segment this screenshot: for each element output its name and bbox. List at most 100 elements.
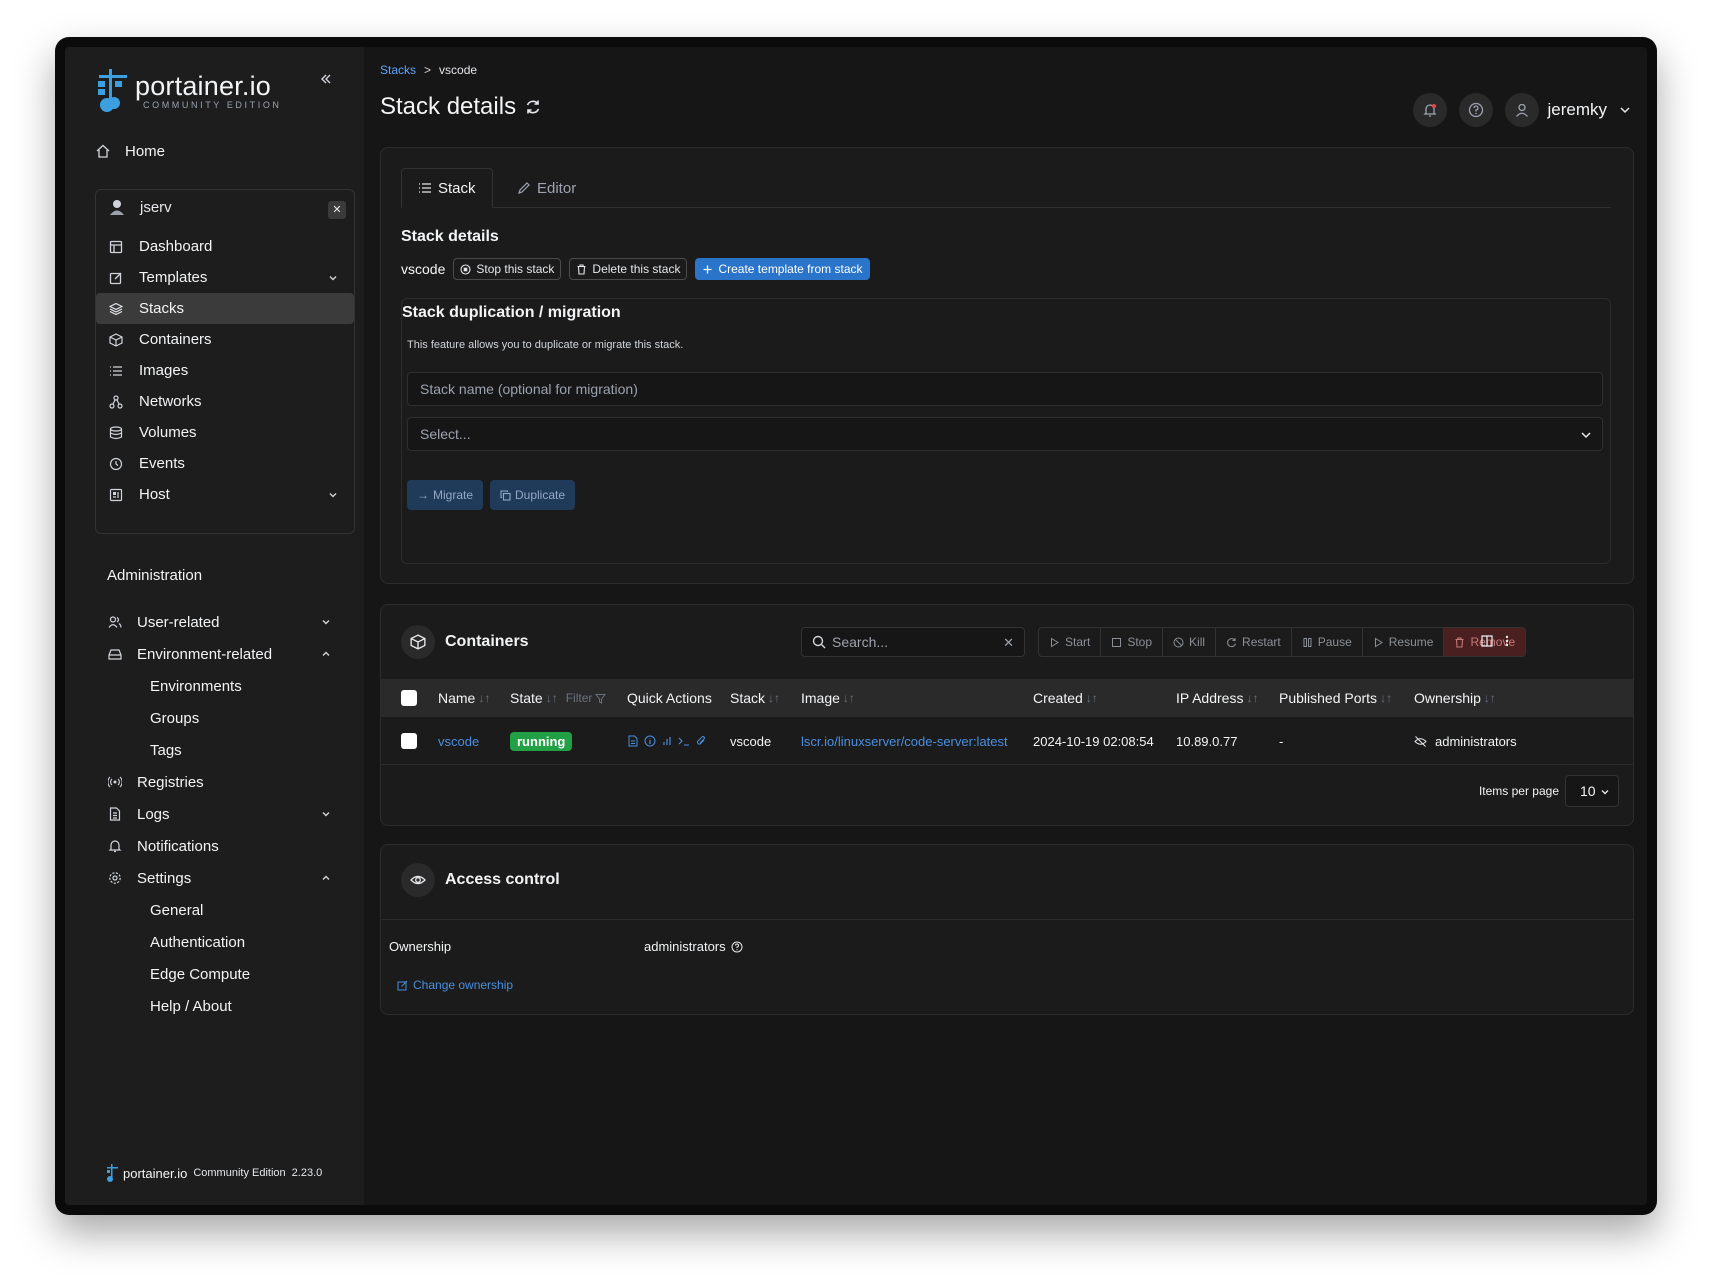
sidebar-subitem-help-about[interactable]: Help / About	[150, 991, 232, 1021]
clear-search-icon[interactable]: ✕	[1003, 635, 1014, 651]
sort-icon: ↓↑	[842, 691, 855, 705]
start-button[interactable]: Start	[1039, 628, 1102, 656]
access-control-header: Access control	[401, 863, 560, 897]
sidebar-subitem-groups[interactable]: Groups	[150, 703, 199, 733]
sidebar-item-host[interactable]: Host	[96, 479, 354, 510]
container-name-link[interactable]: vscode	[438, 717, 479, 765]
environment-select[interactable]: Select...	[407, 417, 1603, 451]
stop-circle-icon	[460, 263, 471, 275]
column-stack[interactable]: Stack ↓↑	[730, 679, 780, 717]
sidebar-item-registries[interactable]: Registries	[107, 767, 347, 797]
table-row: vscode running vscode lscr.io/linuxserve…	[381, 717, 1633, 765]
header-actions: jeremky	[1401, 93, 1631, 127]
user-icon	[1516, 103, 1529, 117]
select-all-checkbox[interactable]	[401, 679, 417, 717]
edit-icon	[108, 270, 124, 286]
state-filter[interactable]: Filter	[566, 691, 607, 705]
console-icon[interactable]	[678, 735, 690, 747]
column-name[interactable]: Name ↓↑	[438, 679, 490, 717]
sidebar-item-settings[interactable]: Settings	[107, 863, 347, 893]
search-placeholder: Search...	[832, 634, 889, 650]
chevron-down-icon[interactable]	[1619, 104, 1631, 116]
container-actions: Start Stop Kill Restart Pause Resume Rem…	[1038, 627, 1527, 657]
resume-button[interactable]: Resume	[1363, 628, 1445, 656]
sidebar-item-environment-related[interactable]: Environment-related	[107, 639, 347, 669]
copy-icon	[500, 489, 511, 501]
containers-search-input[interactable]: Search... ✕	[801, 627, 1025, 657]
play-icon	[1049, 637, 1060, 648]
sidebar-item-label: Host	[139, 486, 170, 503]
logs-icon[interactable]	[627, 735, 639, 747]
stats-icon[interactable]	[661, 735, 673, 747]
sidebar-item-logs[interactable]: Logs	[107, 799, 347, 829]
sidebar-item-events[interactable]: Events	[96, 448, 354, 479]
breadcrumb-stacks-link[interactable]: Stacks	[380, 63, 416, 77]
kill-button[interactable]: Kill	[1163, 628, 1217, 656]
tab-stack[interactable]: Stack	[401, 168, 493, 208]
change-ownership-link[interactable]: Change ownership	[397, 978, 513, 992]
column-ip-address[interactable]: IP Address ↓↑	[1176, 679, 1258, 717]
sidebar-item-containers[interactable]: Containers	[96, 324, 354, 355]
sidebar-subitem-environments[interactable]: Environments	[150, 671, 242, 701]
column-image[interactable]: Image ↓↑	[801, 679, 855, 717]
pencil-icon	[517, 181, 531, 195]
sidebar-subitem-authentication[interactable]: Authentication	[150, 927, 245, 957]
file-text-icon	[107, 806, 123, 822]
migrate-button[interactable]: → Migrate	[407, 480, 484, 510]
help-button[interactable]	[1459, 93, 1494, 127]
columns-icon[interactable]	[1481, 635, 1493, 647]
box-icon	[108, 332, 124, 348]
sidebar-item-networks[interactable]: Networks	[96, 386, 354, 417]
info-icon[interactable]	[644, 735, 656, 747]
sidebar-item-templates[interactable]: Templates	[96, 262, 354, 293]
sidebar-item-user-related[interactable]: User-related	[107, 607, 347, 637]
column-created[interactable]: Created ↓↑	[1033, 679, 1098, 717]
sidebar-subitem-tags[interactable]: Tags	[150, 735, 182, 765]
delete-stack-button[interactable]: Delete this stack	[569, 258, 688, 280]
sidebar-item-notifications[interactable]: Notifications	[107, 831, 347, 861]
network-icon	[108, 394, 124, 410]
tab-editor[interactable]: Editor	[501, 168, 592, 208]
duplication-description: This feature allows you to duplicate or …	[407, 339, 684, 351]
stop-stack-button[interactable]: Stop this stack	[453, 258, 562, 280]
attach-icon[interactable]	[695, 735, 707, 747]
sidebar-item-stacks[interactable]: Stacks	[96, 293, 354, 324]
bell-icon	[1423, 104, 1438, 117]
ip-cell: 10.89.0.77	[1176, 733, 1238, 749]
column-published-ports[interactable]: Published Ports ↓↑	[1279, 679, 1392, 717]
restart-button[interactable]: Restart	[1216, 628, 1292, 656]
sidebar-item-dashboard[interactable]: Dashboard	[96, 231, 354, 262]
row-checkbox[interactable]	[401, 717, 417, 765]
image-link[interactable]: lscr.io/linuxserver/code-server:latest	[801, 717, 1008, 765]
refresh-icon[interactable]	[524, 98, 542, 116]
column-state[interactable]: State ↓↑ Filter	[510, 679, 607, 717]
database-icon	[108, 425, 124, 441]
sidebar-subitem-edge-compute[interactable]: Edge Compute	[150, 959, 250, 989]
footer-brand: portainer.io Community Edition 2.23.0	[105, 1163, 322, 1183]
portainer-logo[interactable]: portainer.io COMMUNITY EDITION	[95, 67, 282, 115]
collapse-sidebar-button[interactable]	[312, 69, 340, 93]
items-per-page-select[interactable]: 10	[1565, 775, 1619, 807]
host-icon	[108, 487, 124, 503]
sidebar-subitem-general[interactable]: General	[150, 895, 203, 925]
stack-name-input[interactable]: Stack name (optional for migration)	[407, 372, 1603, 406]
help-circle-icon[interactable]	[731, 941, 743, 953]
pause-button[interactable]: Pause	[1292, 628, 1363, 656]
ownership-cell: administrators	[1414, 717, 1517, 765]
page-title: Stack details	[380, 93, 542, 121]
sidebar-item-volumes[interactable]: Volumes	[96, 417, 354, 448]
notifications-button[interactable]	[1413, 93, 1448, 127]
stop-button[interactable]: Stop	[1101, 628, 1164, 656]
sidebar-item-images[interactable]: Images	[96, 355, 354, 386]
create-template-button[interactable]: Create template from stack	[695, 258, 870, 280]
stack-duplication-panel: Stack duplication / migration This featu…	[401, 298, 1611, 564]
duplicate-button[interactable]: Duplicate	[490, 480, 576, 510]
user-name[interactable]: jeremky	[1547, 100, 1607, 120]
sidebar-item-home[interactable]: Home	[95, 136, 165, 166]
bell-icon	[107, 838, 123, 854]
user-avatar[interactable]	[1505, 93, 1540, 127]
close-environment-button[interactable]: ✕	[328, 201, 346, 219]
duplication-heading: Stack duplication / migration	[402, 304, 621, 321]
more-vertical-icon[interactable]	[1505, 635, 1509, 647]
column-ownership[interactable]: Ownership ↓↑	[1414, 679, 1496, 717]
